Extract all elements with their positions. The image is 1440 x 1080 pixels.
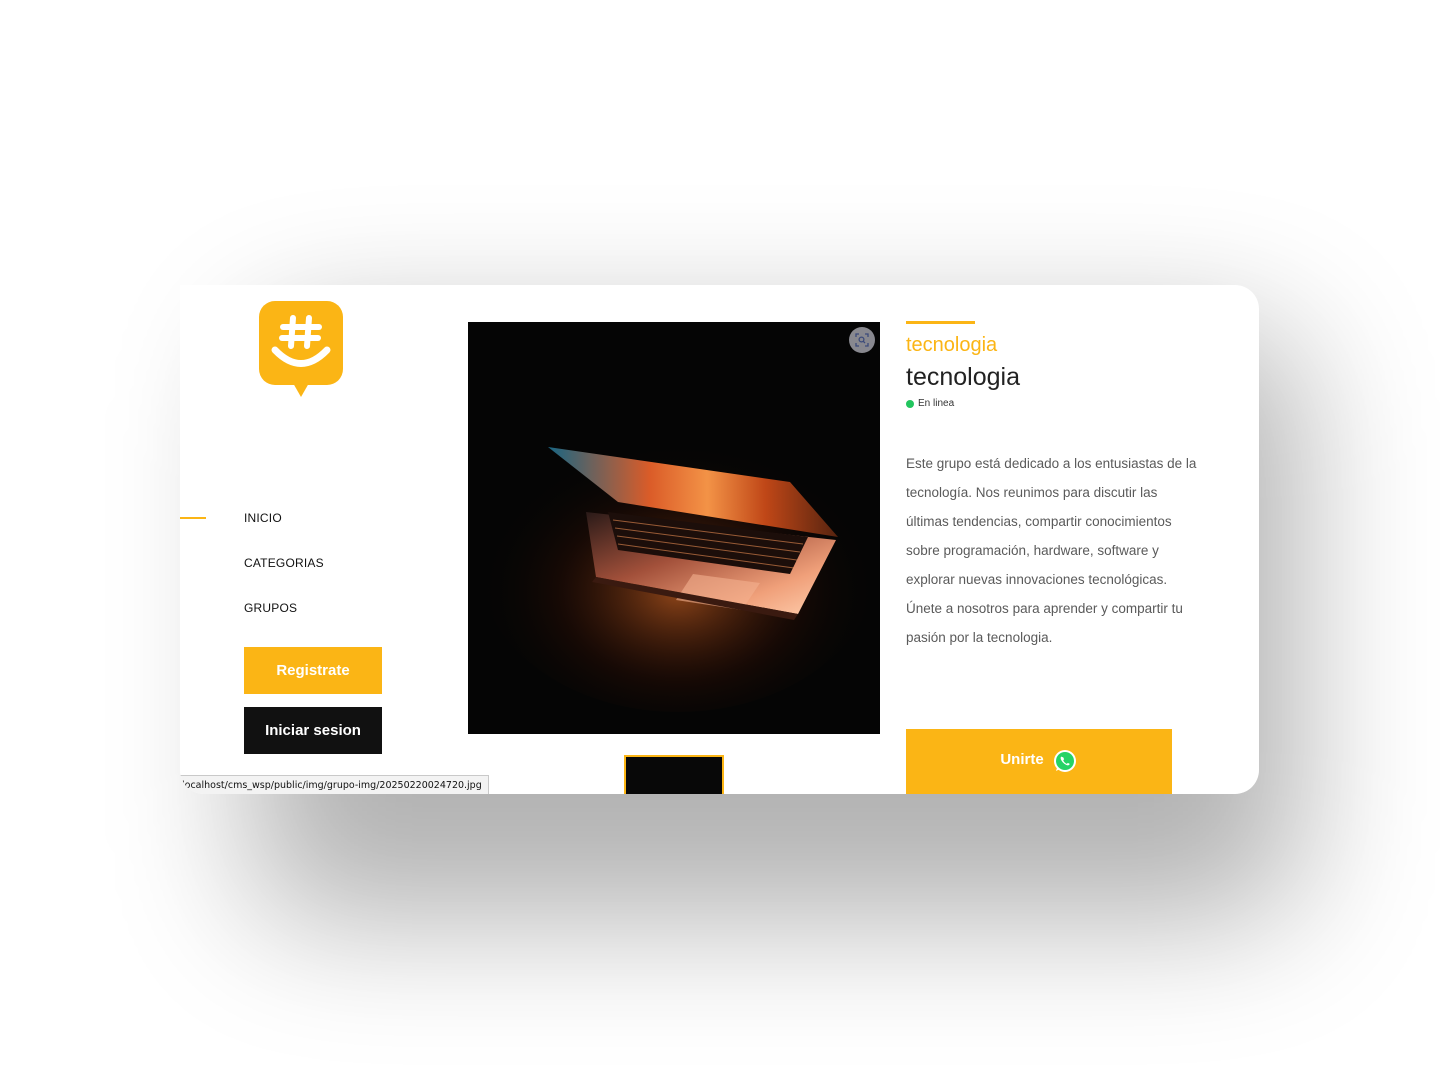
main-nav: INICIO CATEGORIAS GRUPOS (180, 495, 440, 630)
nav-item-label: GRUPOS (244, 600, 298, 615)
group-category[interactable]: tecnologia (906, 334, 1206, 357)
status-badge: En linea (906, 398, 1206, 409)
join-label: Unirte (1000, 751, 1044, 768)
logo[interactable] (259, 301, 343, 397)
group-title: tecnologia (906, 363, 1020, 391)
nav-item-categorias[interactable]: CATEGORIAS (180, 540, 440, 585)
status-text: En linea (918, 398, 955, 409)
laptop-photo (468, 322, 880, 734)
register-button[interactable]: Registrate (244, 647, 382, 694)
browser-status-url: localhost/cms_wsp/public/img/grupo-img/2… (180, 775, 489, 794)
group-info: tecnologia tecnologia En linea Este grup… (906, 321, 1206, 652)
join-button[interactable]: Unirte (906, 729, 1172, 794)
whatsapp-icon (1053, 750, 1076, 772)
login-button[interactable]: Iniciar sesion (244, 707, 382, 754)
gallery-thumbnail[interactable] (624, 755, 724, 794)
nav-item-label: CATEGORIAS (244, 555, 324, 570)
online-dot-icon (906, 399, 914, 408)
hashtag-smile-chat-icon (259, 301, 343, 397)
nav-item-label: INICIO (244, 510, 282, 525)
group-main-image[interactable] (468, 322, 880, 734)
group-description: Este grupo está dedicado a los entusiast… (906, 456, 1197, 645)
zoom-button[interactable] (849, 327, 875, 353)
stage: INICIO CATEGORIAS GRUPOS Registrate Inic… (0, 0, 1440, 1080)
zoom-icon (855, 333, 869, 347)
accent-line (906, 321, 975, 324)
nav-item-inicio[interactable]: INICIO (180, 495, 440, 540)
group-card: INICIO CATEGORIAS GRUPOS Registrate Inic… (180, 285, 1259, 794)
nav-item-grupos[interactable]: GRUPOS (180, 585, 440, 630)
active-indicator (180, 517, 206, 519)
